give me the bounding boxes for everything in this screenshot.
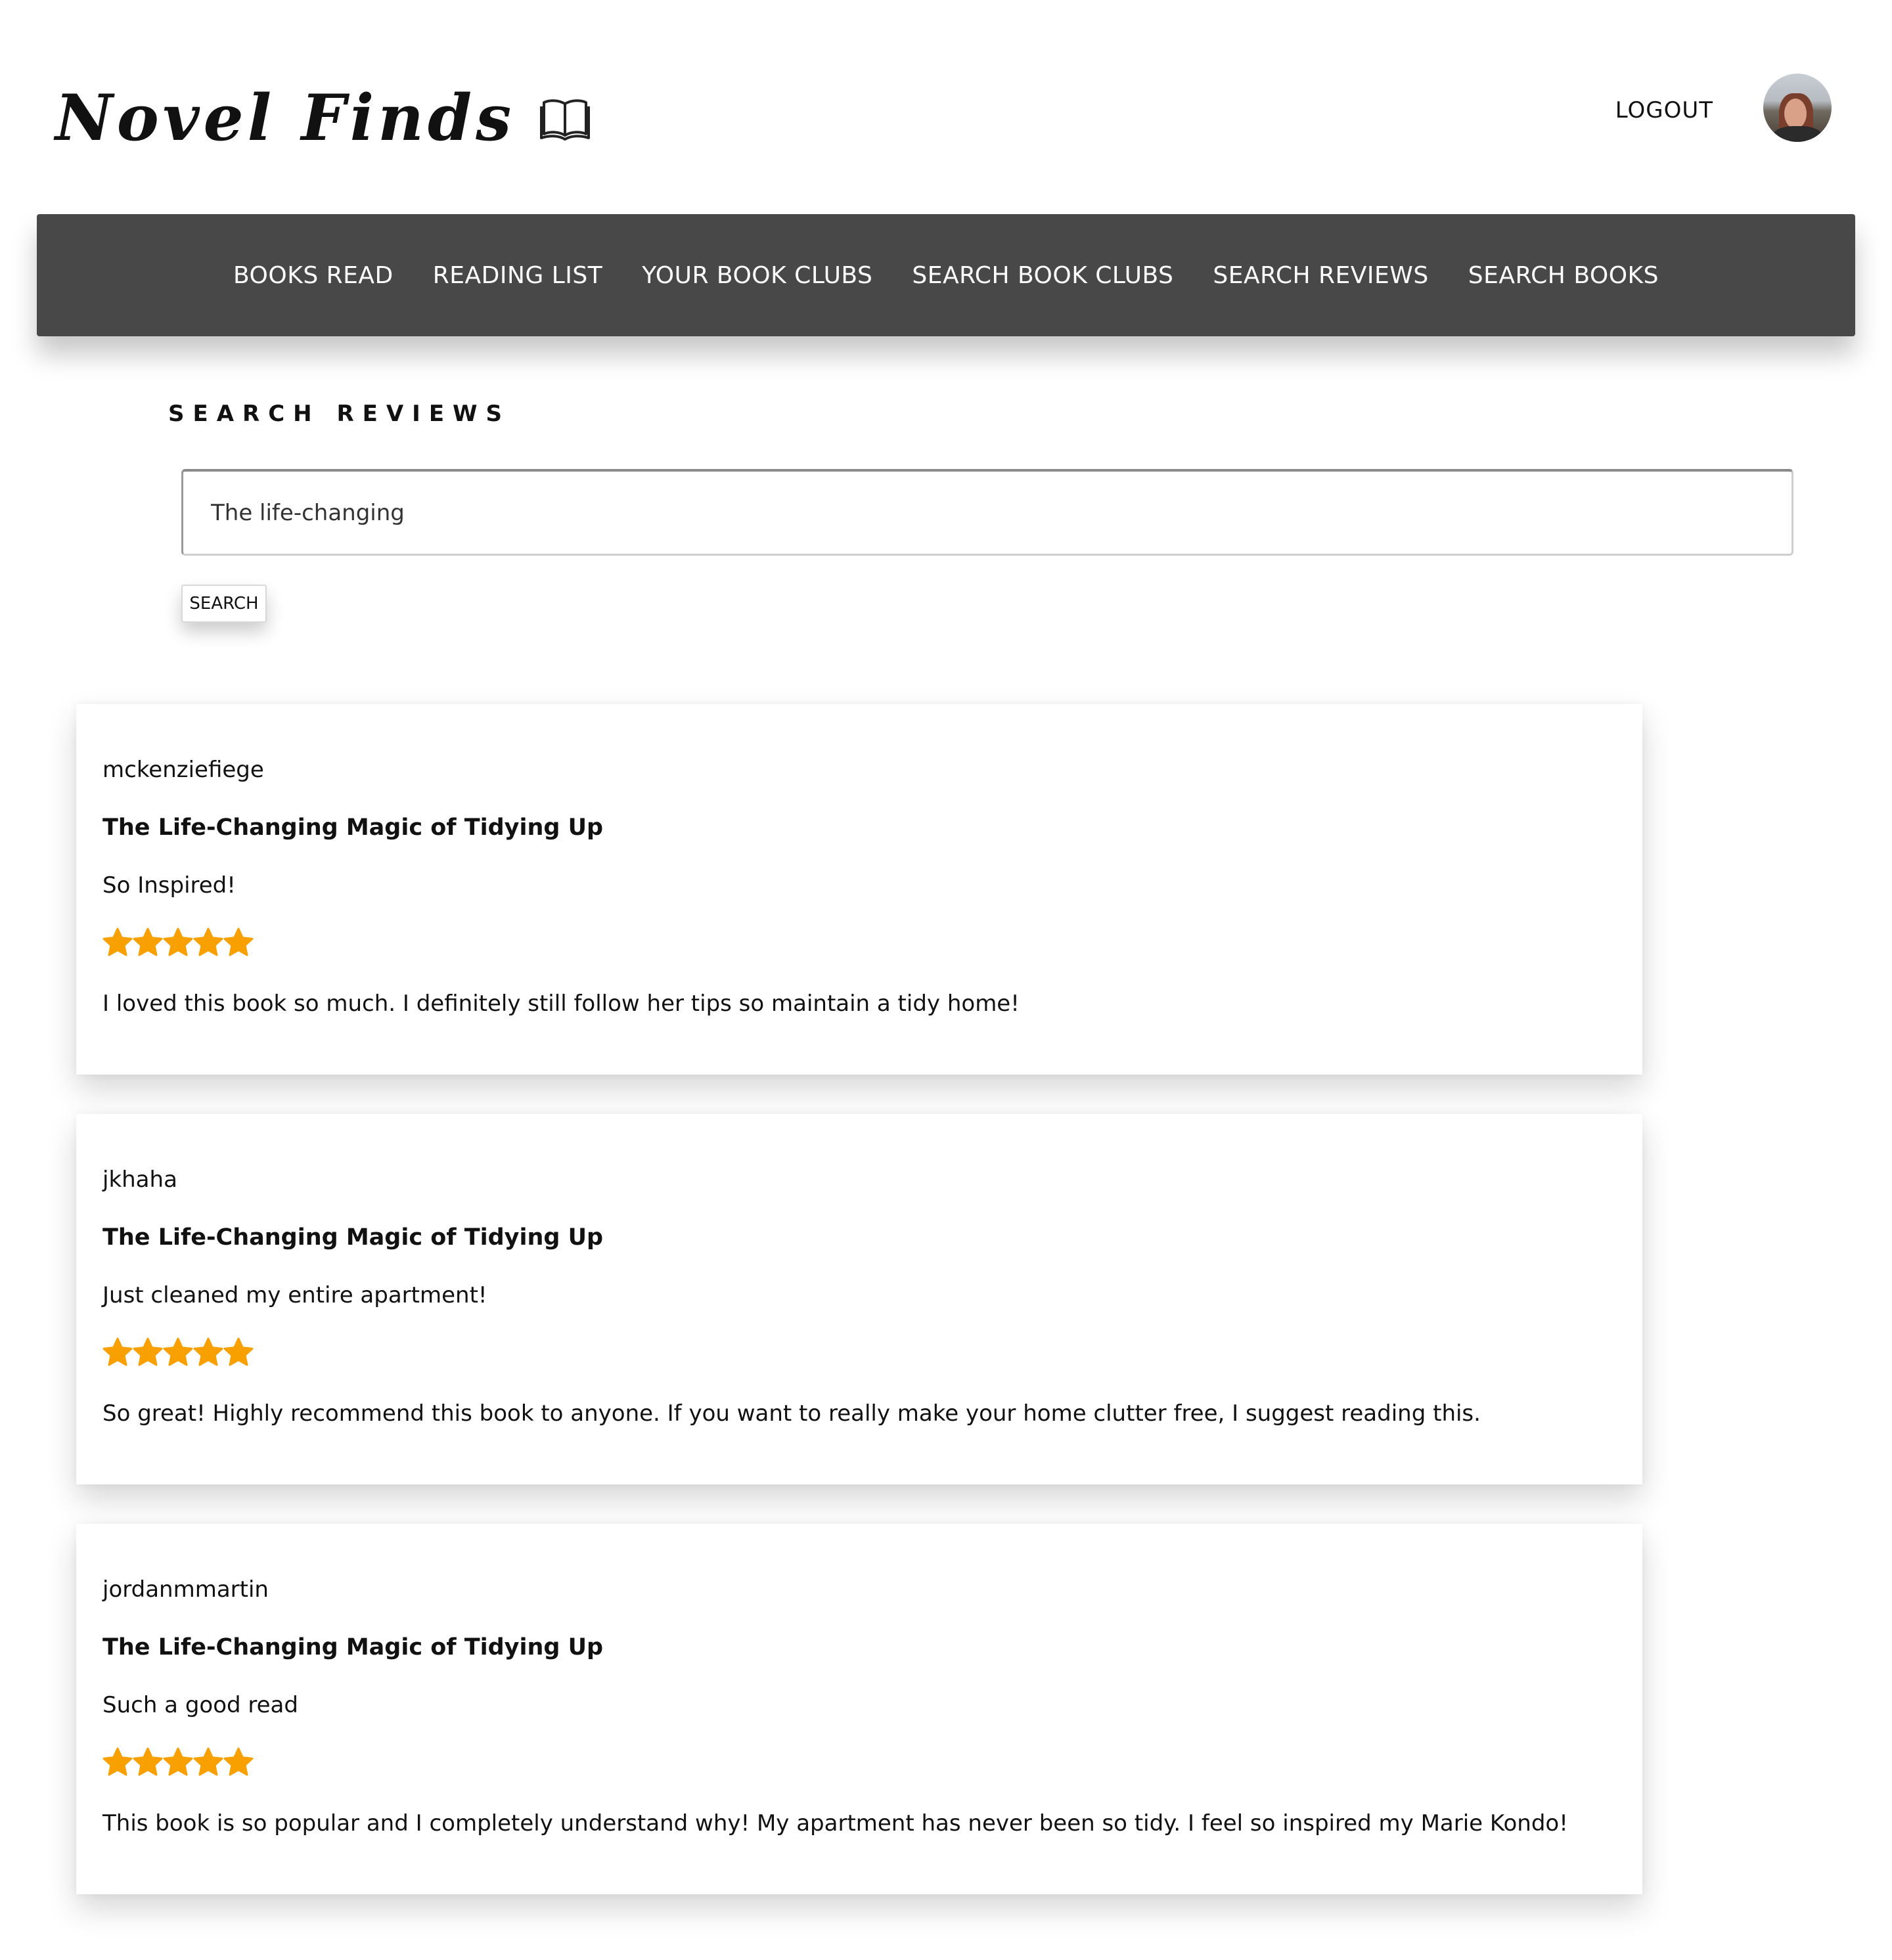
review-title: Such a good read xyxy=(102,1692,298,1718)
review-title: So Inspired! xyxy=(102,872,236,899)
review-book-title: The Life-Changing Magic of Tidying Up xyxy=(102,1634,604,1660)
site-header: Novel Finds LOGOUT xyxy=(0,0,1892,210)
review-username: mckenziefiege xyxy=(102,757,264,783)
star-icon xyxy=(193,1337,223,1366)
nav-your-book-clubs[interactable]: YOUR BOOK CLUBS xyxy=(642,262,872,289)
review-card: mckenziefiege The Life-Changing Magic of… xyxy=(76,704,1642,1075)
star-icon xyxy=(223,927,254,956)
star-rating xyxy=(102,1337,254,1368)
page-title: SEARCH REVIEWS xyxy=(168,401,511,427)
nav-reading-list[interactable]: READING LIST xyxy=(433,262,603,289)
search-button[interactable]: SEARCH xyxy=(181,585,267,623)
logo-text: Novel Finds xyxy=(55,81,516,155)
open-book-icon xyxy=(540,93,591,143)
star-rating xyxy=(102,1747,254,1777)
nav-search-reviews[interactable]: SEARCH REVIEWS xyxy=(1213,262,1428,289)
avatar-body xyxy=(1772,126,1822,142)
review-card: jkhaha The Life-Changing Magic of Tidyin… xyxy=(76,1114,1642,1484)
search-input[interactable] xyxy=(181,469,1793,556)
star-icon xyxy=(163,1747,193,1776)
star-icon xyxy=(193,1747,223,1776)
avatar[interactable] xyxy=(1763,74,1832,142)
star-rating xyxy=(102,927,254,958)
star-icon xyxy=(133,1747,163,1776)
review-book-title: The Life-Changing Magic of Tidying Up xyxy=(102,814,604,841)
review-body: This book is so popular and I completely… xyxy=(102,1810,1568,1837)
logout-link[interactable]: LOGOUT xyxy=(1615,97,1713,123)
star-icon xyxy=(102,927,133,956)
nav-books-read[interactable]: BOOKS READ xyxy=(233,262,394,289)
star-icon xyxy=(193,927,223,956)
star-icon xyxy=(102,1337,133,1366)
star-icon xyxy=(163,927,193,956)
star-icon xyxy=(223,1747,254,1776)
nav-search-books[interactable]: SEARCH BOOKS xyxy=(1468,262,1659,289)
review-body: I loved this book so much. I definitely … xyxy=(102,991,1020,1017)
review-card: jordanmmartin The Life-Changing Magic of… xyxy=(76,1524,1642,1894)
review-username: jordanmmartin xyxy=(102,1576,269,1603)
site-logo[interactable]: Novel Finds xyxy=(55,81,591,155)
star-icon xyxy=(102,1747,133,1776)
star-icon xyxy=(223,1337,254,1366)
review-title: Just cleaned my entire apartment! xyxy=(102,1282,487,1308)
main-nav: BOOKS READ READING LIST YOUR BOOK CLUBS … xyxy=(37,214,1855,336)
star-icon xyxy=(133,927,163,956)
star-icon xyxy=(133,1337,163,1366)
avatar-face xyxy=(1784,99,1807,129)
star-icon xyxy=(163,1337,193,1366)
nav-search-book-clubs[interactable]: SEARCH BOOK CLUBS xyxy=(912,262,1173,289)
review-username: jkhaha xyxy=(102,1167,177,1193)
review-book-title: The Life-Changing Magic of Tidying Up xyxy=(102,1224,604,1251)
review-body: So great! Highly recommend this book to … xyxy=(102,1400,1481,1427)
